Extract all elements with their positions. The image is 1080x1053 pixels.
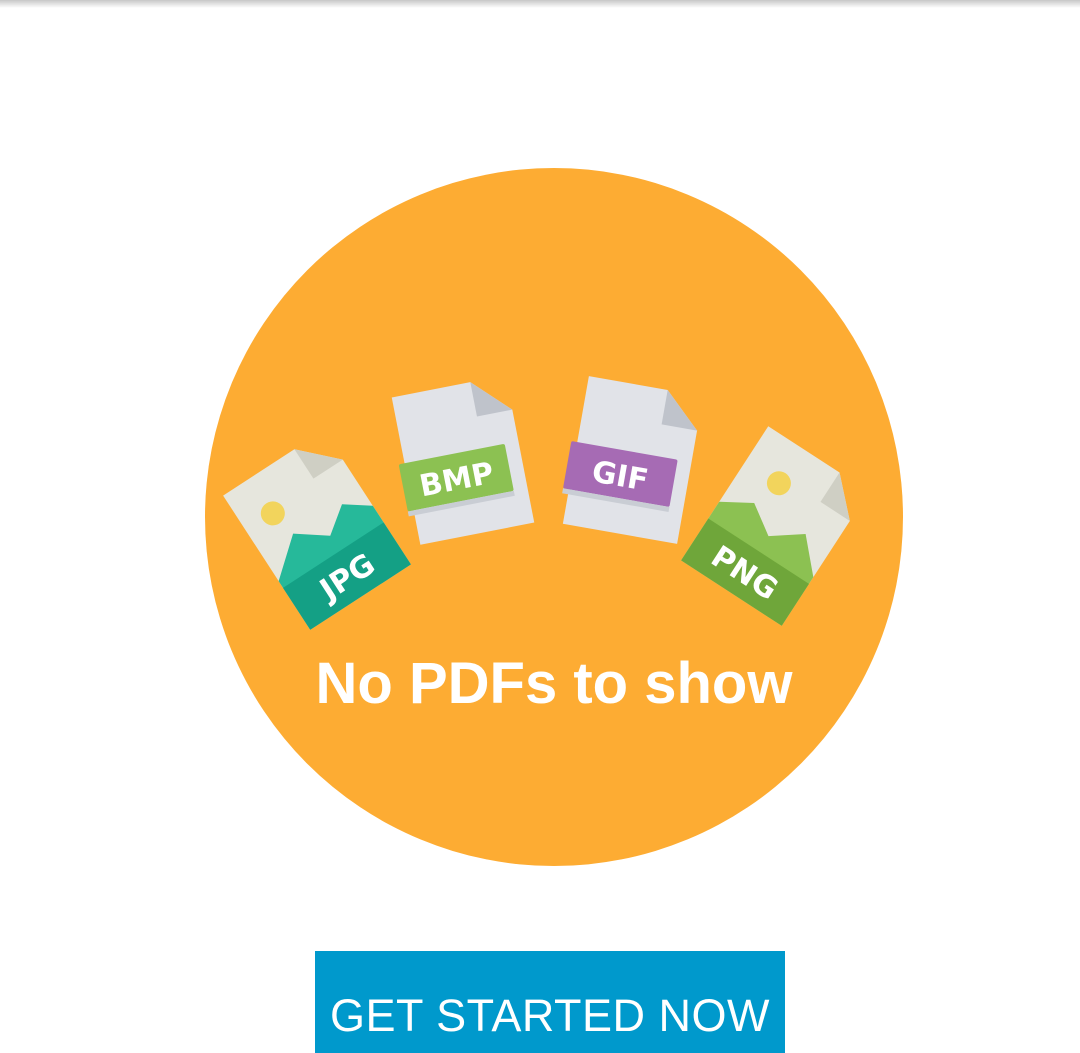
empty-state-message: No PDFs to show — [315, 651, 793, 716]
empty-state-illustration: JPG BMP GIF PNG No PDFs to show — [205, 168, 903, 866]
get-started-label: GET STARTED NOW — [329, 990, 771, 1041]
file-types-illustration: JPG BMP GIF PNG — [223, 376, 850, 630]
png-file-icon: PNG — [681, 426, 850, 626]
empty-state-screen: JPG BMP GIF PNG No PDFs to show GET STAR… — [0, 0, 1080, 1053]
get-started-button[interactable]: GET STARTED NOW — [315, 951, 785, 1053]
gif-file-icon: GIF — [562, 376, 698, 544]
app-bar-shadow — [0, 0, 1080, 8]
jpg-file-icon: JPG — [223, 449, 411, 630]
bmp-file-icon: BMP — [391, 382, 535, 545]
